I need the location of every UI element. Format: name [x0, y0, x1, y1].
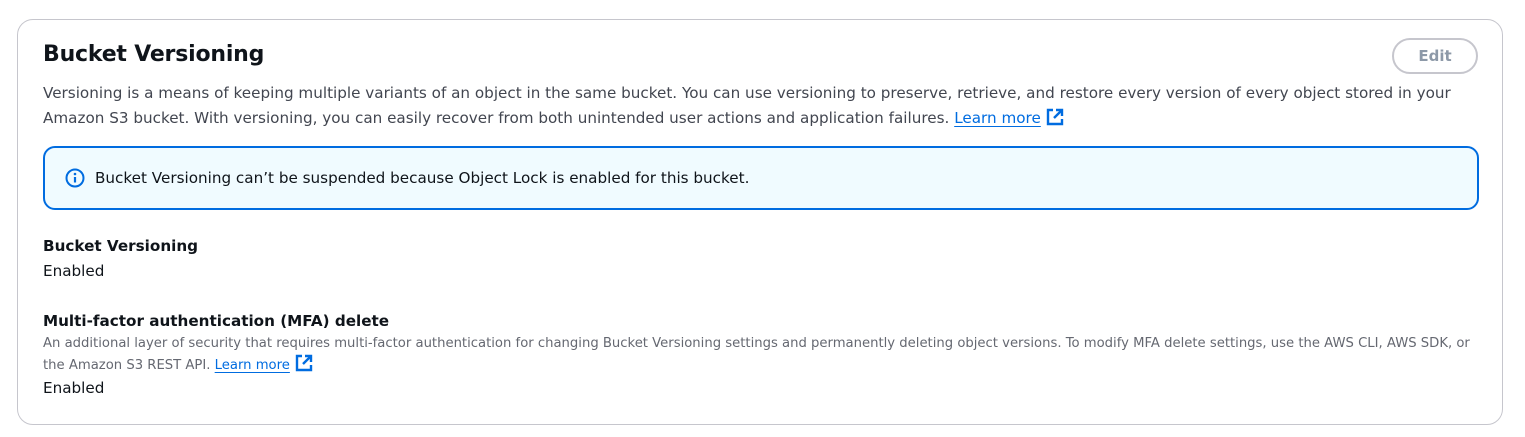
- versioning-label: Bucket Versioning: [43, 237, 199, 255]
- mfa-learn-more-label: Learn more: [214, 358, 290, 373]
- learn-more-link[interactable]: Learn more: [954, 108, 1064, 127]
- info-alert: Bucket Versioning can’t be suspended bec…: [43, 146, 1479, 210]
- external-link-icon: [1046, 108, 1064, 126]
- bucket-versioning-panel: Bucket Versioning Edit Versioning is a m…: [17, 19, 1503, 425]
- alert-text: Bucket Versioning can’t be suspended bec…: [95, 169, 750, 187]
- panel-title: Bucket Versioning: [43, 42, 265, 67]
- learn-more-label: Learn more: [954, 109, 1041, 127]
- edit-button[interactable]: Edit: [1392, 38, 1478, 74]
- panel-description-text: Versioning is a means of keeping multipl…: [43, 84, 1451, 127]
- versioning-value: Enabled: [43, 262, 105, 280]
- mfa-delete-description: An additional layer of security that req…: [43, 334, 1483, 376]
- mfa-learn-more-link[interactable]: Learn more: [214, 354, 313, 373]
- panel-description: Versioning is a means of keeping multipl…: [43, 81, 1479, 131]
- mfa-delete-value: Enabled: [43, 379, 105, 397]
- external-link-icon: [295, 354, 313, 372]
- mfa-delete-label: Multi-factor authentication (MFA) delete: [43, 312, 390, 330]
- info-icon: [65, 168, 85, 188]
